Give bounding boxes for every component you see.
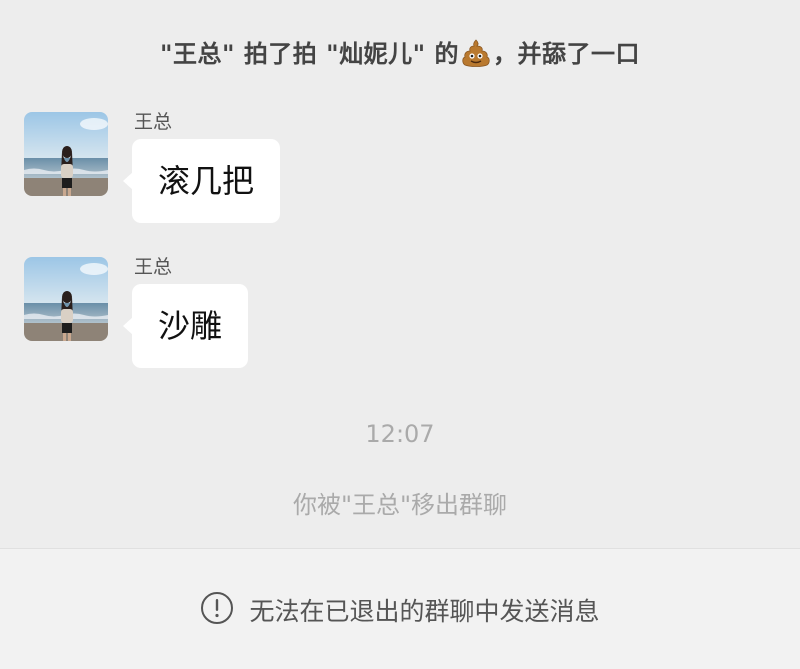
message-text: 滚几把 xyxy=(158,162,255,200)
pat-target: "灿妮儿" xyxy=(326,40,426,68)
chat-area: "王总" 拍了拍 "灿妮儿" 的 ，并舔了一口 王总 滚几把 王总 沙雕 12:… xyxy=(0,0,800,548)
message-bubble[interactable]: 滚几把 xyxy=(123,139,281,223)
sender-name: 王总 xyxy=(134,111,173,133)
bottom-notice: 无法在已退出的群聊中发送消息 xyxy=(0,591,800,629)
avatar[interactable] xyxy=(24,112,108,196)
sender-name: 王总 xyxy=(134,256,173,278)
bubble-tail xyxy=(123,172,133,190)
pat-suffix: ，并舔了一口 xyxy=(493,40,641,68)
avatar[interactable] xyxy=(24,257,108,341)
system-message: 你被"王总"移出群聊 xyxy=(292,491,508,519)
timestamp: 12:07 xyxy=(365,420,435,448)
pat-possessive: 的 xyxy=(434,40,460,68)
pat-verb: 拍了拍 xyxy=(243,40,318,68)
poop-emoji-icon xyxy=(461,38,491,74)
pat-actor: "王总" xyxy=(159,40,235,68)
message-text: 沙雕 xyxy=(158,307,223,345)
bottom-notice-text: 无法在已退出的群聊中发送消息 xyxy=(249,597,600,626)
info-circle-icon xyxy=(200,591,234,629)
bubble-tail xyxy=(123,317,133,335)
bottom-bar: 无法在已退出的群聊中发送消息 xyxy=(0,548,800,669)
pat-notice: "王总" 拍了拍 "灿妮儿" 的 ，并舔了一口 xyxy=(0,34,800,74)
message-bubble[interactable]: 沙雕 xyxy=(123,284,249,368)
